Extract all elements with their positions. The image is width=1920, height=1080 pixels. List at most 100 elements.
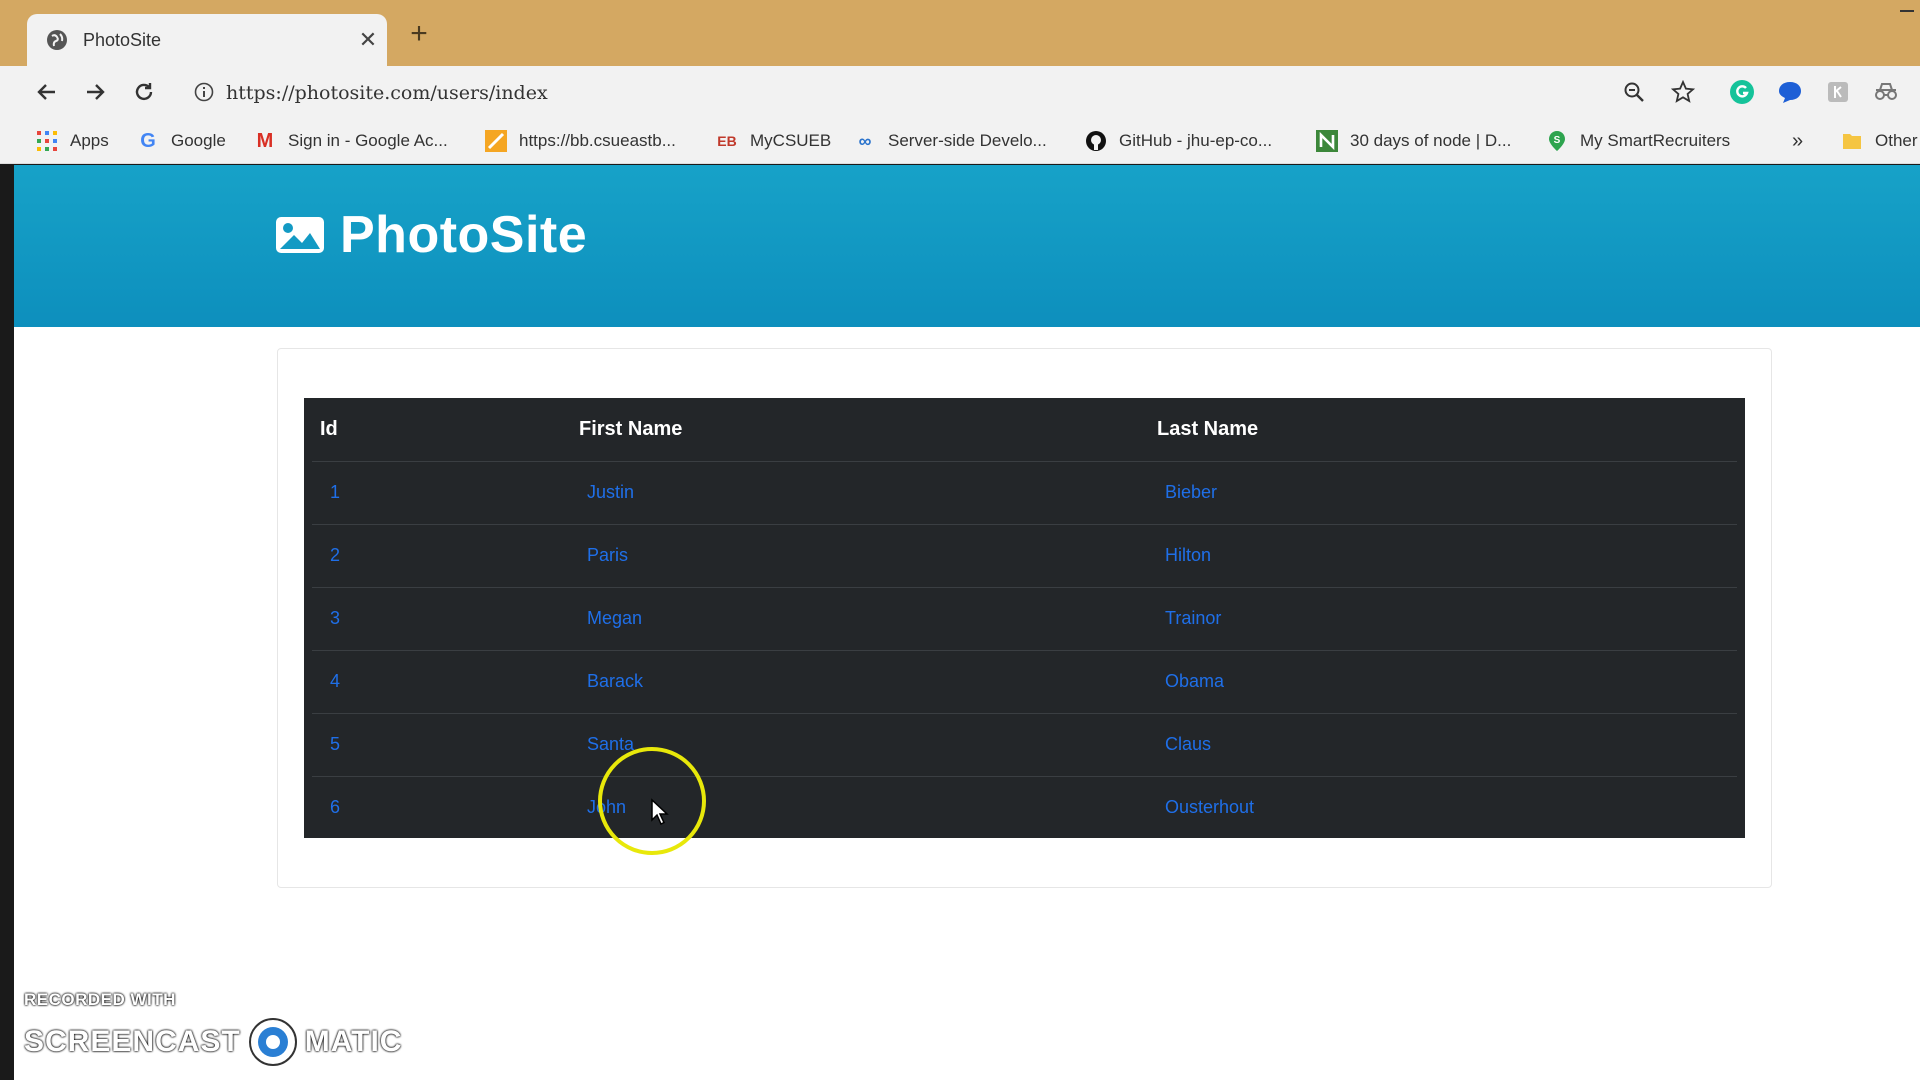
user-id-link[interactable]: 1	[330, 482, 340, 503]
table-row: 1 Justin Bieber	[312, 461, 1737, 524]
bookmark-smartrecruiters[interactable]: S My SmartRecruiters	[1546, 128, 1730, 154]
info-icon[interactable]	[194, 82, 214, 102]
svg-text:S: S	[1554, 135, 1561, 146]
other-bookmarks[interactable]: Other	[1841, 128, 1918, 154]
new-tab-button[interactable]: +	[404, 19, 434, 50]
bookmark-label: GitHub - jhu-ep-co...	[1119, 131, 1273, 150]
tab-title: PhotoSite	[83, 29, 162, 50]
forward-arrow-icon	[87, 84, 105, 100]
user-id-link[interactable]: 5	[330, 734, 340, 755]
bookmark-label: 30 days of node | D...	[1350, 131, 1512, 150]
user-id-link[interactable]: 6	[330, 797, 340, 818]
table-row: 5 Santa Claus	[312, 713, 1737, 776]
zoom-button[interactable]	[1620, 78, 1648, 106]
bookmark-google-account[interactable]: M Sign in - Google Ac...	[254, 128, 448, 154]
screencast-logo-icon	[248, 1018, 297, 1066]
bookmarks-bar: Apps G Google M Sign in - Google Ac... h…	[0, 118, 1920, 164]
bookmark-blackboard[interactable]: https://bb.csueastb...	[485, 128, 676, 154]
blackboard-icon	[485, 130, 507, 152]
bookmark-mycsueb[interactable]: EB MyCSUEB	[716, 128, 831, 154]
last-name-link[interactable]: Obama	[1165, 671, 1224, 692]
bookmark-30-days-of-node[interactable]: 30 days of node | D...	[1316, 128, 1511, 154]
puzzle-extension-icon	[1828, 82, 1848, 102]
browser-titlebar: PhotoSite ✕ +	[0, 0, 1920, 66]
first-name-link[interactable]: Megan	[587, 608, 642, 629]
web-page: PhotoSite Id First Name Last Name 1 Just…	[14, 165, 1920, 1080]
minimize-icon[interactable]	[1900, 10, 1914, 12]
globe-icon	[47, 30, 67, 50]
browser-toolbar: https://photosite.com/users/index	[0, 66, 1920, 118]
bookmarks-overflow-button[interactable]: »	[1792, 128, 1803, 154]
chat-extension[interactable]	[1776, 78, 1804, 106]
mouse-pointer-icon	[651, 798, 669, 826]
user-id-link[interactable]: 4	[330, 671, 340, 692]
table-row: 6 John Ousterhout	[312, 776, 1737, 839]
smartrecruiters-icon: S	[1546, 130, 1568, 152]
watermark-screencast: SCREENCAST	[24, 1025, 241, 1058]
site-navbar: PhotoSite	[14, 165, 1920, 327]
address-bar[interactable]: https://photosite.com/users/index	[180, 73, 1680, 111]
bookmark-github[interactable]: GitHub - jhu-ep-co...	[1085, 128, 1272, 154]
bookmark-apps[interactable]: Apps	[36, 128, 109, 154]
column-header-first-name: First Name	[579, 418, 683, 440]
folder-icon	[1841, 130, 1863, 152]
coursera-icon: ∞	[858, 130, 872, 151]
bookmark-google[interactable]: G Google	[137, 128, 226, 154]
bookmark-label: Sign in - Google Ac...	[288, 131, 448, 150]
users-card: Id First Name Last Name 1 Justin Bieber …	[277, 348, 1772, 888]
bookmark-label: My SmartRecruiters	[1580, 131, 1731, 150]
watermark-recorded-with: RECORDED WITH	[24, 990, 176, 1009]
first-name-link[interactable]: Barack	[587, 671, 643, 692]
github-icon	[1085, 130, 1107, 152]
last-name-link[interactable]: Ousterhout	[1165, 797, 1254, 818]
extension-button[interactable]	[1824, 78, 1852, 106]
bookmark-label: Google	[171, 131, 226, 150]
last-name-link[interactable]: Hilton	[1165, 545, 1211, 566]
url-text[interactable]: https://photosite.com/users/index	[226, 82, 548, 104]
forward-button[interactable]	[81, 78, 109, 106]
window-edge	[0, 165, 14, 1080]
bookmark-server-side[interactable]: ∞ Server-side Develo...	[854, 128, 1047, 154]
column-header-id: Id	[320, 418, 338, 440]
user-id-link[interactable]: 2	[330, 545, 340, 566]
apps-grid-icon	[36, 130, 58, 152]
last-name-link[interactable]: Claus	[1165, 734, 1211, 755]
user-id-link[interactable]: 3	[330, 608, 340, 629]
table-row: 2 Paris Hilton	[312, 524, 1737, 587]
grammarly-icon	[1730, 80, 1754, 104]
profile-button[interactable]	[1872, 78, 1900, 106]
eb-icon: EB	[717, 133, 737, 149]
reload-button[interactable]	[130, 78, 158, 106]
first-name-link[interactable]: Paris	[587, 545, 628, 566]
first-name-link[interactable]: Justin	[587, 482, 634, 503]
bookmark-label: Apps	[70, 131, 109, 150]
bookmark-label: Other	[1875, 131, 1918, 150]
last-name-link[interactable]: Bieber	[1165, 482, 1217, 503]
chat-bubble-icon	[1779, 82, 1801, 103]
n-icon	[1316, 130, 1338, 152]
image-icon	[276, 217, 324, 253]
watermark-matic: MATIC	[304, 1025, 403, 1058]
reload-icon	[135, 83, 153, 101]
incognito-icon	[1875, 83, 1897, 100]
close-tab-icon[interactable]: ✕	[349, 27, 387, 53]
star-icon	[1671, 80, 1695, 103]
bookmark-label: MyCSUEB	[750, 131, 832, 150]
screencast-watermark: RECORDED WITH SCREENCAST MATIC	[24, 990, 402, 1068]
bookmark-label: Server-side Develo...	[888, 131, 1047, 150]
table-header: Id First Name Last Name	[304, 398, 1745, 461]
bookmark-star-button[interactable]	[1669, 78, 1697, 106]
table-row: 3 Megan Trainor	[312, 587, 1737, 650]
last-name-link[interactable]: Trainor	[1165, 608, 1221, 629]
column-header-last-name: Last Name	[1157, 418, 1259, 440]
site-brand-text: PhotoSite	[340, 206, 588, 264]
grammarly-extension[interactable]	[1728, 78, 1756, 106]
back-arrow-icon	[37, 84, 55, 100]
zoom-icon	[1624, 82, 1644, 102]
site-brand-link[interactable]: PhotoSite	[274, 205, 587, 265]
users-table: Id First Name Last Name 1 Justin Bieber …	[304, 398, 1745, 838]
table-row: 4 Barack Obama	[312, 650, 1737, 713]
bookmark-label: https://bb.csueastb...	[519, 131, 676, 150]
back-button[interactable]	[33, 78, 61, 106]
browser-tab[interactable]: PhotoSite ✕	[27, 14, 387, 66]
